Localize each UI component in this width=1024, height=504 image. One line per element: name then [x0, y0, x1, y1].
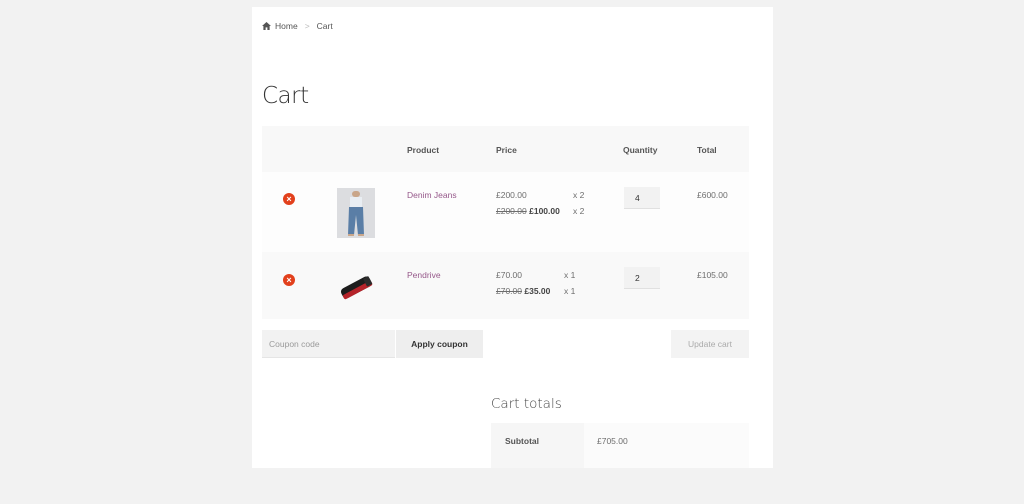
price-sale: £100.00: [529, 206, 560, 216]
page-title: Cart: [262, 83, 309, 109]
remove-item-icon[interactable]: ×: [283, 274, 295, 286]
quantity-tag: x 2: [573, 190, 585, 200]
price-sale-line: £70.00 £35.00: [496, 286, 550, 296]
cart-page: Home > Cart Cart Product Price Quantity …: [252, 7, 773, 468]
product-link[interactable]: Denim Jeans: [407, 190, 457, 200]
remove-item-icon[interactable]: ×: [283, 193, 295, 205]
breadcrumb: Home > Cart: [262, 21, 333, 31]
pendrive-thumbnail[interactable]: [337, 270, 375, 304]
price-regular: £70.00: [496, 270, 522, 280]
apply-coupon-button[interactable]: Apply coupon: [396, 330, 483, 358]
update-cart-button[interactable]: Update cart: [671, 330, 749, 358]
product-link[interactable]: Pendrive: [407, 270, 441, 280]
table-header: Product Price Quantity Total: [262, 126, 749, 172]
home-icon: [262, 22, 271, 30]
price-old: £200.00: [496, 206, 527, 216]
header-total: Total: [697, 145, 717, 155]
cart-table: Product Price Quantity Total × Denim Jea…: [262, 126, 749, 319]
table-row: × Denim Jeans £200.00 x 2 £200.00 £100.0…: [262, 172, 749, 252]
subtotal-label-cell: Subtotal: [491, 423, 584, 468]
breadcrumb-current: Cart: [316, 21, 333, 31]
quantity-input[interactable]: [624, 267, 660, 289]
quantity-input[interactable]: [624, 187, 660, 209]
line-total: £600.00: [697, 190, 728, 200]
breadcrumb-home-link[interactable]: Home: [275, 21, 298, 31]
price-sale: £35.00: [524, 286, 551, 296]
header-product: Product: [407, 145, 440, 155]
price-old: £70.00: [496, 286, 522, 296]
header-price: Price: [496, 145, 517, 155]
subtotal-value: £705.00: [597, 436, 628, 446]
subtotal-label: Subtotal: [505, 436, 539, 446]
quantity-tag: x 2: [573, 206, 585, 216]
table-row: × Pendrive £70.00 x 1 £70.00 £35.00 x 1 …: [262, 252, 749, 319]
price-sale-line: £200.00 £100.00: [496, 206, 560, 216]
coupon-code-input[interactable]: [262, 330, 395, 358]
quantity-tag: x 1: [564, 286, 576, 296]
breadcrumb-separator: >: [304, 21, 310, 31]
line-total: £105.00: [697, 270, 728, 280]
denim-jeans-thumbnail[interactable]: [337, 188, 375, 238]
cart-totals-table: Subtotal £705.00: [491, 423, 749, 468]
header-quantity: Quantity: [623, 145, 658, 155]
quantity-tag: x 1: [564, 270, 576, 280]
subtotal-value-cell: £705.00: [584, 423, 749, 468]
price-regular: £200.00: [496, 190, 527, 200]
cart-totals-title: Cart totals: [491, 396, 562, 412]
